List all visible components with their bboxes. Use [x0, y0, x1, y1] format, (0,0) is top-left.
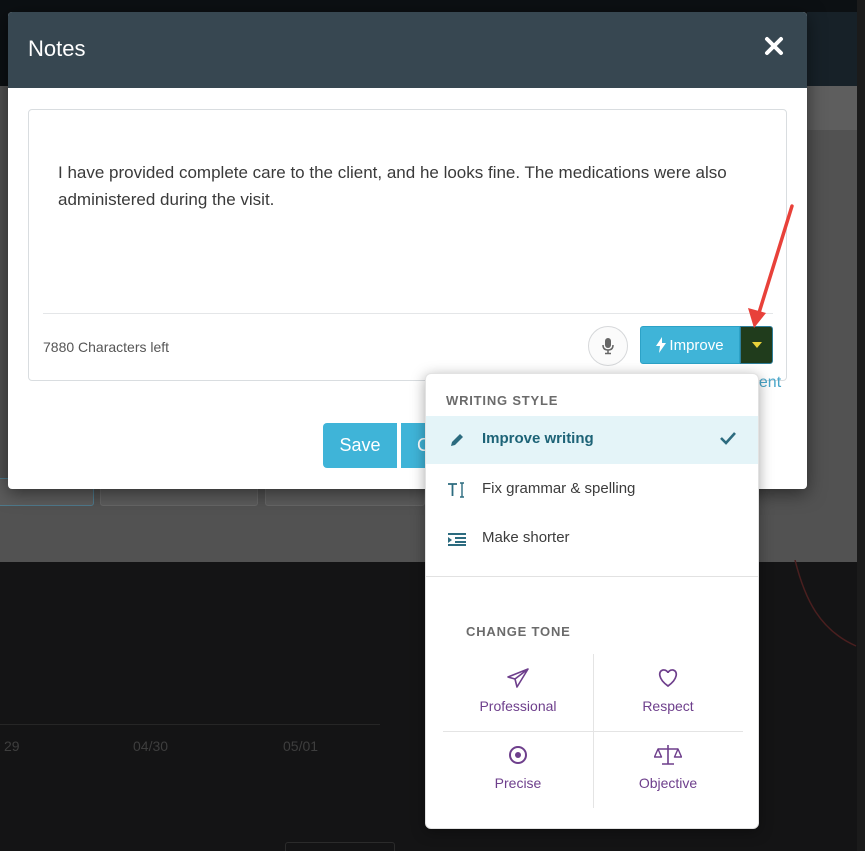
menu-item-fix-grammar[interactable]: Fix grammar & spelling — [426, 466, 758, 514]
background-date-label: 29 — [4, 738, 20, 754]
writing-style-heading: WRITING STYLE — [446, 393, 559, 408]
menu-item-label: Fix grammar & spelling — [482, 480, 636, 497]
menu-item-label: Improve writing — [482, 430, 594, 447]
menu-item-make-shorter[interactable]: Make shorter — [426, 515, 758, 563]
note-divider — [43, 313, 773, 314]
tone-label: Respect — [642, 698, 694, 714]
scale-icon — [654, 743, 682, 767]
close-icon — [765, 37, 783, 55]
note-text[interactable]: I have provided complete care to the cli… — [58, 159, 758, 213]
improve-button-label: Improve — [669, 336, 724, 354]
modal-header: Notes — [8, 12, 807, 88]
characters-left-counter: 7880 Characters left — [43, 339, 170, 355]
tone-precise[interactable]: Precise — [443, 731, 593, 808]
improve-button-group: Improve — [640, 326, 773, 364]
menu-item-improve-writing[interactable]: Improve writing — [426, 416, 758, 464]
target-icon — [507, 743, 529, 767]
tone-respect[interactable]: Respect — [593, 654, 743, 731]
background-date-label: 04/30 — [133, 738, 169, 754]
menu-item-label: Make shorter — [482, 529, 570, 546]
pencil-icon — [446, 430, 468, 450]
tone-professional[interactable]: Professional — [443, 654, 593, 731]
microphone-icon — [602, 338, 614, 355]
tone-label: Objective — [638, 775, 698, 791]
improve-dropdown-menu: WRITING STYLE Improve writing Fix gramma… — [425, 373, 759, 829]
save-button[interactable]: Save — [323, 423, 397, 468]
background-scroll-edge — [857, 0, 865, 851]
improve-dropdown-toggle[interactable] — [740, 326, 773, 364]
note-textarea[interactable]: I have provided complete care to the cli… — [28, 109, 787, 381]
modal-title: Notes — [28, 36, 86, 61]
tone-grid: Professional Respect Precise Objective — [443, 654, 743, 808]
close-button[interactable] — [760, 32, 788, 60]
background-button — [285, 842, 395, 851]
change-tone-heading: CHANGE TONE — [466, 624, 571, 639]
background-chart-gridline — [0, 724, 380, 725]
text-cursor-icon — [446, 480, 468, 500]
heart-icon — [656, 666, 680, 690]
tone-objective[interactable]: Objective — [593, 731, 743, 808]
background-date-label: 05/01 — [283, 738, 319, 754]
microphone-button[interactable] — [588, 326, 628, 366]
improve-button[interactable]: Improve — [640, 326, 740, 364]
background-panel-header — [807, 86, 857, 130]
indent-icon — [446, 529, 468, 549]
caret-down-icon — [751, 342, 762, 348]
tone-label: Precise — [494, 775, 542, 791]
background-chart-line — [794, 560, 857, 647]
tone-label: Professional — [479, 698, 557, 714]
checkmark-icon — [720, 431, 736, 449]
lightning-icon — [656, 337, 667, 353]
menu-divider — [426, 576, 758, 577]
paper-plane-icon — [506, 666, 530, 690]
